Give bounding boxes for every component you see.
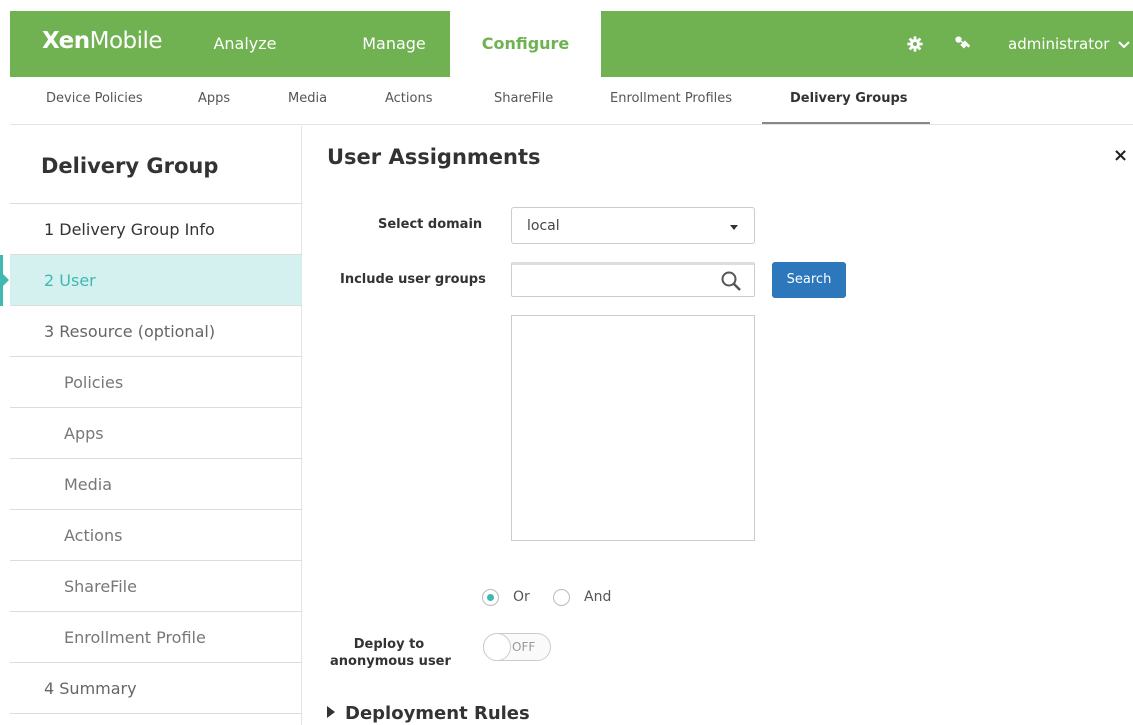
domain-select-value: local <box>527 218 560 234</box>
include-user-groups-label: Include user groups <box>340 272 486 287</box>
sidebar-item-media[interactable]: Media <box>10 458 302 509</box>
nav-configure[interactable]: Configure <box>450 11 601 77</box>
sidebar-divider <box>10 713 302 725</box>
sub-nav: Device Policies Apps Media Actions Share… <box>10 77 1133 125</box>
wrench-icon[interactable] <box>954 35 972 53</box>
and-radio[interactable] <box>553 589 570 606</box>
active-arrow-icon <box>3 274 9 286</box>
gear-icon[interactable] <box>906 35 924 53</box>
xenmobile-logo[interactable]: XenMobile <box>42 28 163 54</box>
top-nav-bar: XenMobile Analyze Manage Configure admin… <box>10 11 1133 77</box>
nav-analyze[interactable]: Analyze <box>204 11 286 77</box>
subnav-device-policies[interactable]: Device Policies <box>46 91 143 106</box>
subnav-media[interactable]: Media <box>288 91 327 106</box>
or-radio[interactable] <box>482 589 499 606</box>
deployment-rules-label: Deployment Rules <box>345 703 530 724</box>
sidebar-item-policies[interactable]: Policies <box>10 356 302 407</box>
subnav-delivery-groups[interactable]: Delivery Groups <box>790 91 908 106</box>
or-label: Or <box>513 589 530 605</box>
subnav-actions[interactable]: Actions <box>385 91 433 106</box>
nav-manage[interactable]: Manage <box>332 11 456 77</box>
sidebar-item-apps[interactable]: Apps <box>10 407 302 458</box>
subnav-sharefile[interactable]: ShareFile <box>494 91 553 106</box>
user-groups-search-input[interactable] <box>512 265 717 295</box>
deploy-anonymous-label: Deploy to anonymous user <box>330 637 451 669</box>
and-label: And <box>584 589 612 605</box>
select-domain-label: Select domain <box>378 217 483 232</box>
sidebar-item-enrollment-profile[interactable]: Enrollment Profile <box>10 611 302 662</box>
user-groups-search-field <box>511 262 755 297</box>
subnav-apps[interactable]: Apps <box>198 91 230 106</box>
toggle-knob <box>483 633 511 661</box>
active-tab-underline <box>762 122 930 124</box>
close-icon[interactable]: × <box>1113 145 1128 166</box>
sidebar-item-actions[interactable]: Actions <box>10 509 302 560</box>
sidebar-item-delivery-group-info[interactable]: 1 Delivery Group Info <box>10 203 302 254</box>
sidebar-item-user[interactable]: 2 User <box>0 254 302 306</box>
caret-down-icon <box>730 225 738 230</box>
user-menu[interactable]: administrator <box>1008 11 1130 77</box>
sidebar-title: Delivery Group <box>41 154 219 178</box>
sidebar-item-sharefile[interactable]: ShareFile <box>10 560 302 611</box>
page-title: User Assignments <box>327 145 541 169</box>
user-groups-list[interactable] <box>511 315 755 541</box>
subnav-enrollment-profiles[interactable]: Enrollment Profiles <box>610 91 732 106</box>
wizard-sidebar: Delivery Group 1 Delivery Group Info 2 U… <box>0 126 302 725</box>
sidebar-item-summary[interactable]: 4 Summary <box>10 662 302 713</box>
chevron-down-icon <box>1118 41 1130 49</box>
sidebar-item-resource[interactable]: 3 Resource (optional) <box>10 305 302 356</box>
domain-select[interactable]: local <box>511 207 755 244</box>
deploy-anonymous-toggle[interactable]: OFF <box>483 633 551 661</box>
search-icon[interactable] <box>720 270 742 292</box>
sidebar-item-label: 2 User <box>44 271 96 290</box>
deployment-rules-section[interactable]: Deployment Rules <box>327 703 530 724</box>
user-name: administrator <box>1008 35 1110 53</box>
expand-triangle-icon <box>327 706 335 718</box>
search-button[interactable]: Search <box>772 262 846 298</box>
toggle-state: OFF <box>512 640 536 654</box>
